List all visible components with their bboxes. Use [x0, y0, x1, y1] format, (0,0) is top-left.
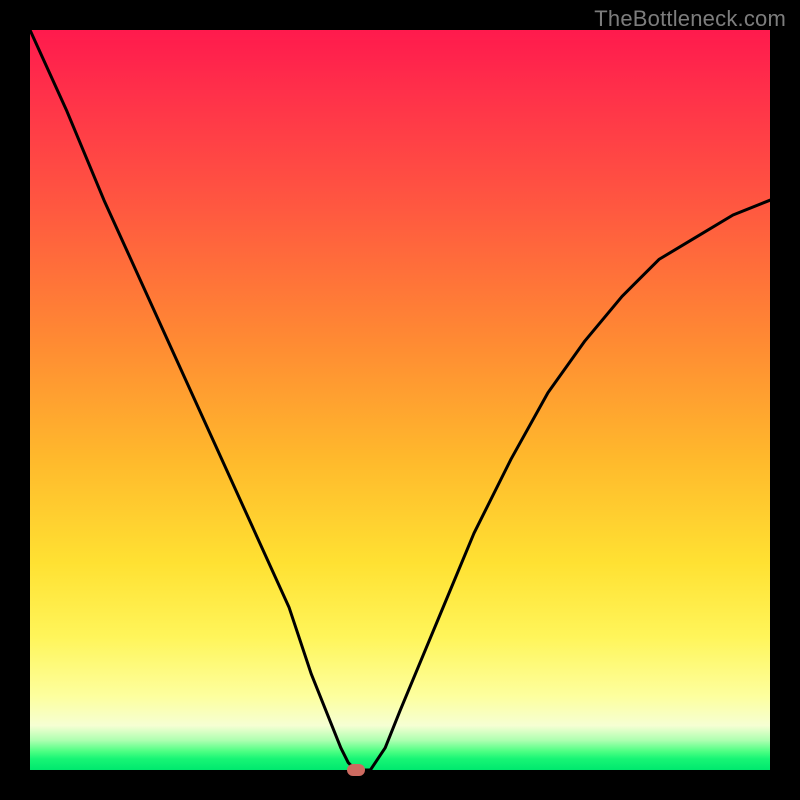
bottleneck-curve — [30, 30, 770, 770]
watermark-text: TheBottleneck.com — [594, 6, 786, 32]
optimal-point-marker — [347, 764, 365, 776]
plot-area — [30, 30, 770, 770]
chart-frame: TheBottleneck.com — [0, 0, 800, 800]
